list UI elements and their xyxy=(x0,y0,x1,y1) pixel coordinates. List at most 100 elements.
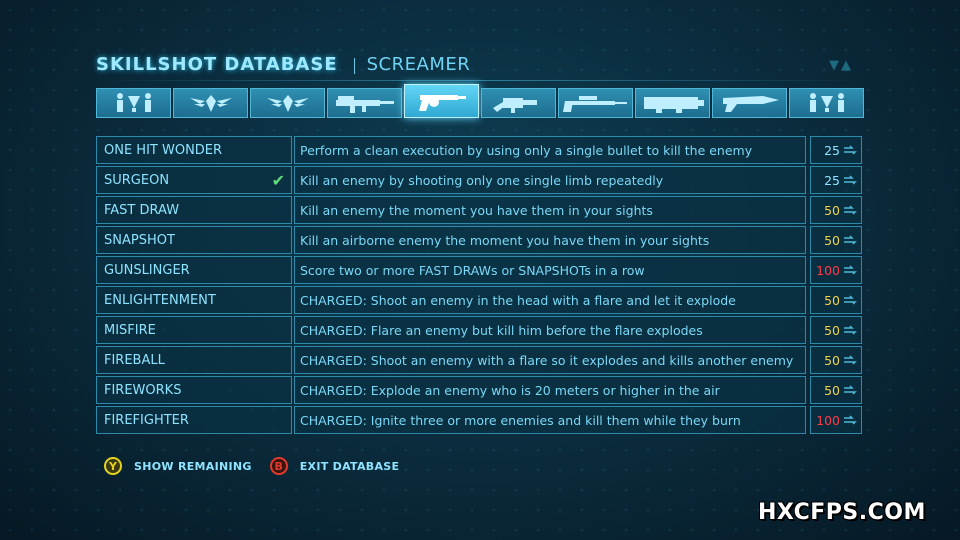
skillshot-description: Score two or more FAST DRAWs or SNAPSHOT… xyxy=(294,256,806,284)
table-row[interactable]: SNAPSHOT Kill an airborne enemy the momen… xyxy=(96,226,864,254)
skillshot-description: Kill an airborne enemy the moment you ha… xyxy=(294,226,806,254)
skillpoints-icon xyxy=(843,323,857,338)
tab-3[interactable] xyxy=(250,88,325,118)
header-underline xyxy=(96,80,864,81)
table-row[interactable]: MISFIRE CHARGED: Flare an enemy but kill … xyxy=(96,316,864,344)
skillpoints-cell: 50 xyxy=(810,316,862,344)
table-row[interactable]: FIREBALL CHARGED: Shoot an enemy with a f… xyxy=(96,346,864,374)
skillpoints-value: 50 xyxy=(824,352,840,368)
skillpoints-cell: 50 xyxy=(810,226,862,254)
skillshot-name: SNAPSHOT xyxy=(104,232,175,248)
skillpoints-cell: 50 xyxy=(810,346,862,374)
skillpoints-value: 100 xyxy=(816,412,840,428)
skillshot-name: ENLIGHTENMENT xyxy=(104,292,216,308)
skillshot-description: CHARGED: Flare an enemy but kill him bef… xyxy=(294,316,806,344)
skillpoints-icon xyxy=(843,413,857,428)
skillshot-name-cell: FIREFIGHTER xyxy=(96,406,292,434)
skillpoints-icon xyxy=(843,233,857,248)
skillpoints-icon xyxy=(843,173,857,188)
skillshot-name: ONE HIT WONDER xyxy=(104,142,223,158)
skillshot-name: FIREFIGHTER xyxy=(104,412,189,428)
skillshot-description: CHARGED: Explode an enemy who is 20 mete… xyxy=(294,376,806,404)
skillpoints-icon xyxy=(843,203,857,218)
tab-8[interactable] xyxy=(635,88,710,118)
skillpoints-cell: 50 xyxy=(810,286,862,314)
skillpoints-cell: 100 xyxy=(810,406,862,434)
skillpoints-cell: 25 xyxy=(810,166,862,194)
skillpoints-value: 100 xyxy=(816,262,840,278)
shotgun-icon xyxy=(489,92,549,114)
skillpoints-value: 25 xyxy=(824,172,840,188)
skillshot-name-cell: ENLIGHTENMENT xyxy=(96,286,292,314)
show-remaining-label[interactable]: SHOW REMAINING xyxy=(134,460,252,473)
table-row[interactable]: ENLIGHTENMENT CHARGED: Shoot an enemy in … xyxy=(96,286,864,314)
skillshot-name: SURGEON xyxy=(104,172,170,188)
tab-4[interactable] xyxy=(327,88,402,118)
skillshot-description: CHARGED: Ignite three or more enemies an… xyxy=(294,406,806,434)
table-row[interactable]: SURGEON ✔ Kill an enemy by shooting only o… xyxy=(96,166,864,194)
skillshot-table: ONE HIT WONDER Perform a clean execution … xyxy=(96,136,864,436)
tab-7[interactable] xyxy=(558,88,633,118)
skillshot-name: GUNSLINGER xyxy=(104,262,190,278)
skillpoints-icon xyxy=(843,293,857,308)
skillshot-name: FIREBALL xyxy=(104,352,165,368)
tab-6[interactable] xyxy=(481,88,556,118)
skillshot-name-cell: SURGEON ✔ xyxy=(96,166,292,194)
table-row[interactable]: GUNSLINGER Score two or more FAST DRAWs o… xyxy=(96,256,864,284)
table-row[interactable]: ONE HIT WONDER Perform a clean execution … xyxy=(96,136,864,164)
skillshot-name-cell: SNAPSHOT xyxy=(96,226,292,254)
tab-1[interactable] xyxy=(96,88,171,118)
exit-database-label[interactable]: EXIT DATABASE xyxy=(300,460,400,473)
winged-emblem-icon xyxy=(263,92,313,114)
skillshot-name-cell: ONE HIT WONDER xyxy=(96,136,292,164)
tab-9[interactable] xyxy=(712,88,787,118)
skillpoints-cell: 50 xyxy=(810,196,862,224)
page-arrows[interactable]: ▼ ▲ xyxy=(829,58,851,73)
tab-10[interactable] xyxy=(789,88,864,118)
skillpoints-icon xyxy=(843,143,857,158)
skillpoints-value: 50 xyxy=(824,382,840,398)
skillpoints-cell: 50 xyxy=(810,376,862,404)
flail-gun-icon xyxy=(717,92,783,114)
skillpoints-value: 50 xyxy=(824,292,840,308)
skillpoints-cell: 100 xyxy=(810,256,862,284)
y-button-icon[interactable]: Y xyxy=(104,457,122,475)
skillshot-description: CHARGED: Shoot an enemy in the head with… xyxy=(294,286,806,314)
arrow-down-icon[interactable]: ▼ xyxy=(829,58,839,73)
skillshot-description: Perform a clean execution by using only … xyxy=(294,136,806,164)
skillpoints-value: 50 xyxy=(824,322,840,338)
sniper-rifle-icon xyxy=(561,92,631,114)
skillpoints-icon xyxy=(843,383,857,398)
skillpoints-value: 25 xyxy=(824,142,840,158)
revolver-icon xyxy=(414,89,470,113)
assault-rifle-icon xyxy=(332,92,398,114)
page-header: SKILLSHOT DATABASE SCREAMER xyxy=(96,54,470,78)
table-row[interactable]: FIREFIGHTER CHARGED: Ignite three or more… xyxy=(96,406,864,434)
winged-emblem-icon xyxy=(186,92,236,114)
watermark: HXCFPS.COM xyxy=(758,500,926,525)
skillpoints-value: 50 xyxy=(824,202,840,218)
heavy-gun-icon xyxy=(640,92,706,114)
skillpoints-icon xyxy=(843,263,857,278)
skillshot-description: Kill an enemy by shooting only one singl… xyxy=(294,166,806,194)
skillshot-name-cell: GUNSLINGER xyxy=(96,256,292,284)
category-tabs xyxy=(96,84,864,120)
table-row[interactable]: FIREWORKS CHARGED: Explode an enemy who i… xyxy=(96,376,864,404)
weapon-subtitle: SCREAMER xyxy=(366,54,471,75)
skillpoints-cell: 25 xyxy=(810,136,862,164)
skillshot-description: Kill an enemy the moment you have them i… xyxy=(294,196,806,224)
tab-5-active[interactable] xyxy=(404,84,479,118)
arrow-up-icon[interactable]: ▲ xyxy=(841,58,851,73)
skillshot-name-cell: MISFIRE xyxy=(96,316,292,344)
skillshot-name: MISFIRE xyxy=(104,322,156,338)
checkmark-icon: ✔ xyxy=(271,170,285,190)
tab-2[interactable] xyxy=(173,88,248,118)
table-row[interactable]: FAST DRAW Kill an enemy the moment you ha… xyxy=(96,196,864,224)
skillpoints-icon xyxy=(843,353,857,368)
skillshot-name-cell: FAST DRAW xyxy=(96,196,292,224)
title-divider xyxy=(353,58,355,74)
skillpoints-value: 50 xyxy=(824,232,840,248)
page-title: SKILLSHOT DATABASE xyxy=(96,54,338,75)
skillshot-name-cell: FIREWORKS xyxy=(96,376,292,404)
b-button-icon[interactable]: B xyxy=(269,457,288,475)
